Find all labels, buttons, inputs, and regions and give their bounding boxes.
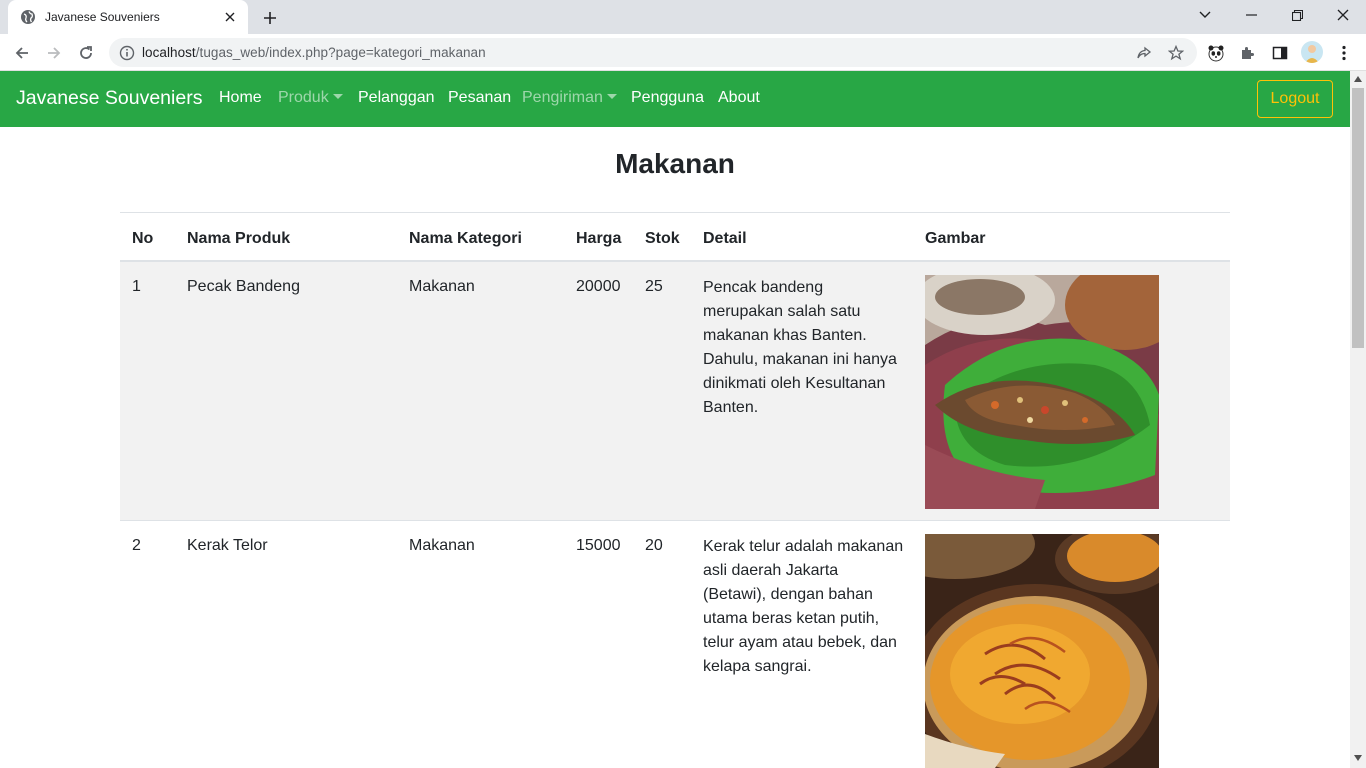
caret-down-icon	[606, 94, 617, 99]
nav-pengguna[interactable]: Pengguna	[631, 89, 704, 107]
globe-icon	[20, 9, 36, 25]
page-viewport: Javanese Souveniers Home Produk Pelangga…	[0, 71, 1350, 768]
page-title: Makanan	[615, 148, 735, 179]
new-tab-icon[interactable]	[258, 6, 282, 30]
header-detail: Detail	[703, 230, 747, 247]
nav-about[interactable]: About	[718, 89, 760, 107]
nav-pelanggan[interactable]: Pelanggan	[358, 89, 435, 107]
header-stok: Stok	[645, 230, 680, 247]
cell-harga: 15000	[576, 537, 621, 554]
browser-tab[interactable]: Javanese Souveniers	[8, 0, 248, 34]
profile-avatar[interactable]	[1301, 41, 1323, 63]
cell-kategori: Makanan	[409, 537, 475, 554]
extensions-puzzle-icon[interactable]	[1234, 39, 1262, 67]
close-window-icon[interactable]	[1320, 0, 1366, 30]
reload-icon[interactable]	[72, 39, 100, 67]
table-header: No Nama Produk Nama Kategori Harga Stok …	[120, 212, 1230, 262]
url-path: /tugas_web/index.php?page=kategori_makan…	[195, 45, 486, 60]
nav-pengiriman-label: Pengiriman	[522, 89, 603, 106]
side-panel-icon[interactable]	[1266, 39, 1294, 67]
url-text: localhost/tugas_web/index.php?page=kateg…	[142, 45, 486, 60]
tab-search-icon[interactable]	[1182, 0, 1228, 30]
cell-harga: 20000	[576, 278, 621, 295]
restore-icon[interactable]	[1274, 0, 1320, 30]
back-arrow-icon[interactable]	[8, 39, 36, 67]
minimize-icon[interactable]	[1228, 0, 1274, 30]
cell-stok: 20	[645, 537, 663, 554]
cell-no: 2	[132, 537, 141, 554]
header-harga: Harga	[576, 230, 622, 247]
nav-produk-dropdown[interactable]: Produk	[278, 89, 343, 107]
forward-arrow-icon[interactable]	[40, 39, 68, 67]
table-row: 2 Kerak Telor Makanan 15000 20 Kerak tel…	[120, 521, 1230, 768]
cell-detail: Kerak telur adalah makanan asli daerah J…	[703, 538, 904, 675]
browser-tabstrip: Javanese Souveniers	[0, 0, 1366, 34]
site-info-icon[interactable]	[119, 45, 135, 61]
cell-nama-produk: Pecak Bandeng	[187, 278, 300, 295]
scroll-down-arrow-icon[interactable]	[1354, 755, 1362, 761]
nav-produk-label: Produk	[278, 89, 329, 106]
cell-detail: Pencak bandeng merupakan salah satu maka…	[703, 279, 897, 416]
scrollbar-thumb[interactable]	[1352, 88, 1364, 348]
navbar: Javanese Souveniers Home Produk Pelangga…	[0, 71, 1350, 127]
nav-pesanan[interactable]: Pesanan	[448, 89, 511, 107]
share-icon[interactable]	[1135, 44, 1153, 62]
product-image-pecak-bandeng	[925, 275, 1159, 509]
page-scrollbar[interactable]	[1350, 71, 1366, 768]
table-row: 1 Pecak Bandeng Makanan 20000 25 Pencak …	[120, 262, 1230, 521]
header-nama-produk: Nama Produk	[187, 230, 291, 247]
browser-toolbar: localhost/tugas_web/index.php?page=kateg…	[0, 34, 1366, 71]
cell-kategori: Makanan	[409, 278, 475, 295]
bookmark-star-icon[interactable]	[1167, 44, 1185, 62]
product-image-kerak-telor	[925, 534, 1159, 768]
logout-button[interactable]: Logout	[1257, 80, 1333, 118]
close-tab-icon[interactable]	[222, 9, 238, 25]
browser-menu-icon[interactable]	[1330, 39, 1358, 67]
url-host: localhost	[142, 45, 196, 60]
caret-down-icon	[332, 94, 343, 99]
header-gambar: Gambar	[925, 230, 986, 247]
header-no: No	[132, 230, 154, 247]
cell-no: 1	[132, 278, 141, 295]
nav-home[interactable]: Home	[219, 89, 262, 107]
navbar-brand[interactable]: Javanese Souveniers	[16, 87, 202, 110]
tab-title: Javanese Souveniers	[45, 10, 160, 24]
extension-panda-icon[interactable]	[1202, 39, 1230, 67]
header-nama-kategori: Nama Kategori	[409, 230, 522, 247]
cell-nama-produk: Kerak Telor	[187, 537, 268, 554]
address-bar[interactable]: localhost/tugas_web/index.php?page=kateg…	[109, 38, 1197, 67]
scroll-up-arrow-icon[interactable]	[1354, 76, 1362, 82]
nav-pengiriman-dropdown[interactable]: Pengiriman	[522, 89, 617, 107]
cell-stok: 25	[645, 278, 663, 295]
